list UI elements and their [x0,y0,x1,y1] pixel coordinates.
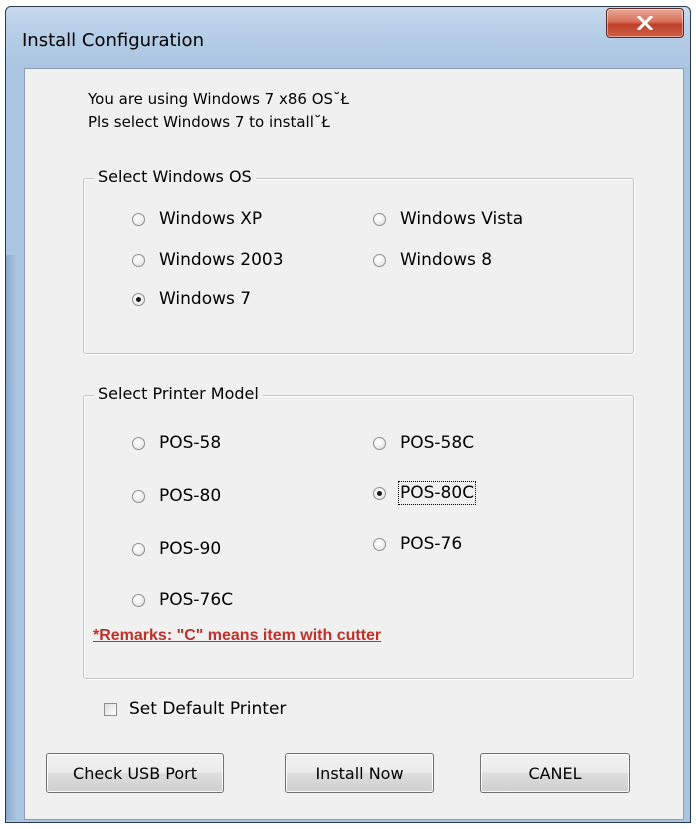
radio-circle[interactable] [132,593,145,607]
radio-circle[interactable] [373,253,386,267]
radio-circle[interactable] [373,436,386,450]
radio-label: POS-80 [159,486,222,506]
cancel-button[interactable]: CANEL [480,753,630,793]
radio-label: Windows 7 [159,289,252,309]
radio-label: Windows XP [159,209,263,229]
checkbox-box[interactable] [104,702,117,716]
radio-circle-selected[interactable] [373,486,386,500]
radio-circle[interactable] [132,542,145,556]
radio-pos-58[interactable]: POS-58 [132,433,221,453]
radio-circle-selected[interactable] [132,292,145,306]
radio-label: POS-76 [400,534,463,554]
radio-circle[interactable] [373,537,386,551]
check-usb-port-button[interactable]: Check USB Port [46,753,224,793]
radio-pos-76c[interactable]: POS-76C [132,590,233,610]
radio-circle[interactable] [132,212,145,226]
radio-circle[interactable] [132,253,145,267]
radio-windows-2003[interactable]: Windows 2003 [132,250,284,270]
radio-label: Windows 2003 [159,250,284,270]
radio-pos-58c[interactable]: POS-58C [373,433,474,453]
os-group-legend: Select Windows OS [94,167,256,186]
radio-windows-7[interactable]: Windows 7 [132,289,251,309]
radio-label: POS-58C [400,433,475,453]
radio-label: POS-90 [159,539,222,559]
radio-circle[interactable] [132,436,145,450]
radio-label: Windows Vista [400,209,524,229]
checkbox-label: Set Default Printer [129,699,287,719]
set-default-printer-checkbox[interactable]: Set Default Printer [104,699,286,719]
close-x-icon [637,16,653,30]
info-text-instruction: Pls select Windows 7 to install˘Ł [88,113,330,131]
radio-windows-vista[interactable]: Windows Vista [373,209,523,229]
radio-label: POS-76C [159,590,234,610]
radio-windows-8[interactable]: Windows 8 [373,250,492,270]
radio-pos-76[interactable]: POS-76 [373,534,462,554]
printer-group-legend: Select Printer Model [94,384,263,403]
radio-label: POS-58 [159,433,222,453]
radio-pos-80c[interactable]: POS-80C [373,481,477,505]
radio-circle[interactable] [132,489,145,503]
background-window-edge [6,255,16,820]
info-text-os: You are using Windows 7 x86 OS˘Ł [88,90,349,108]
radio-circle[interactable] [373,212,386,226]
radio-pos-80[interactable]: POS-80 [132,486,221,506]
cutter-remarks-note: *Remarks: "C" means item with cutter [93,627,382,644]
radio-pos-90[interactable]: POS-90 [132,539,221,559]
radio-label: Windows 8 [400,250,493,270]
radio-windows-xp[interactable]: Windows XP [132,209,262,229]
install-now-button[interactable]: Install Now [285,753,434,793]
window-title: Install Configuration [22,30,204,51]
close-button[interactable] [606,8,684,38]
radio-label-focused: POS-80C [397,481,477,505]
